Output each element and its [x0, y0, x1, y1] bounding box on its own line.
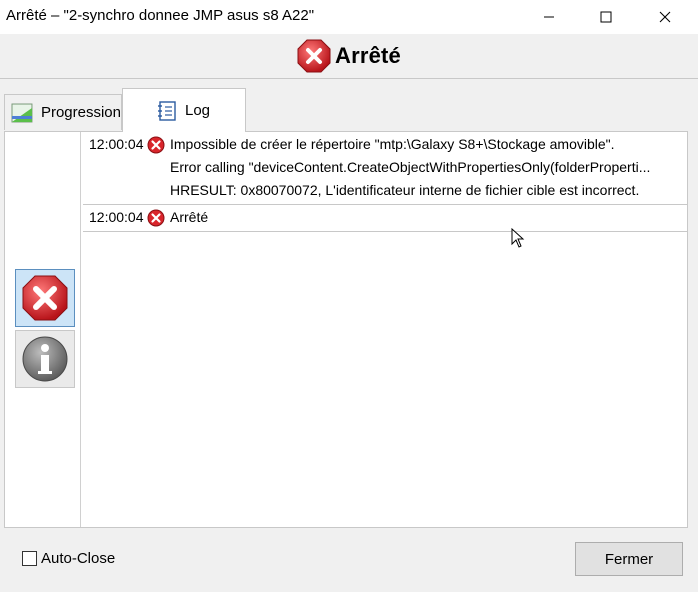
log-entry[interactable]: 12:00:04 Arrêté	[83, 205, 687, 232]
footer: Auto-Close Fermer	[0, 528, 698, 592]
title-bar: Arrêté – "2-synchro donnee JMP asus s8 A…	[0, 0, 698, 34]
checkbox-box[interactable]	[22, 551, 37, 566]
log-entry[interactable]: 12:00:04 Impossible de créer le répertoi…	[83, 132, 687, 205]
error-icon	[297, 39, 331, 73]
tab-log-label: Log	[185, 102, 211, 119]
tab-progression-label: Progression	[40, 104, 121, 121]
status-header: Arrêté	[0, 34, 698, 79]
log-error-icon	[146, 133, 166, 156]
info-icon	[22, 336, 68, 382]
mouse-cursor-icon	[511, 228, 525, 248]
log-error-icon	[146, 206, 166, 229]
error-icon	[22, 275, 68, 321]
auto-close-label: Auto-Close	[41, 550, 116, 567]
window-close-button[interactable]	[642, 0, 688, 34]
progress-icon	[11, 103, 33, 122]
error-icon	[147, 209, 165, 226]
maximize-button[interactable]	[583, 0, 629, 34]
log-pane: 12:00:04 Impossible de créer le répertoi…	[4, 131, 688, 528]
tab-bar: Progression Log	[0, 88, 698, 132]
minimize-icon	[544, 16, 554, 18]
log-message: Impossible de créer le répertoire "mtp:\…	[170, 133, 687, 202]
error-icon	[147, 136, 165, 153]
log-line: Error calling "deviceContent.CreateObjec…	[170, 159, 651, 175]
tab-log[interactable]: Log	[122, 88, 246, 132]
log-time: 12:00:04	[89, 209, 144, 225]
log-line: Impossible de créer le répertoire "mtp:\…	[170, 136, 615, 152]
log-line: Arrêté	[170, 209, 209, 225]
filter-sidebar	[5, 132, 81, 527]
log-list: 12:00:04 Impossible de créer le répertoi…	[83, 132, 687, 527]
filter-errors-button[interactable]	[15, 269, 75, 327]
log-message: Arrêté	[170, 206, 687, 229]
close-button[interactable]: Fermer	[575, 542, 683, 576]
auto-close-checkbox[interactable]: Auto-Close	[22, 550, 115, 567]
log-time: 12:00:04	[89, 136, 144, 152]
status-label: Arrêté	[334, 43, 401, 68]
filter-info-button[interactable]	[15, 330, 75, 388]
maximize-icon	[600, 11, 612, 23]
minimize-button[interactable]	[526, 0, 572, 34]
log-line: HRESULT: 0x80070072, L'identificateur in…	[170, 182, 640, 198]
window-title: Arrêté – "2-synchro donnee JMP asus s8 A…	[6, 7, 315, 24]
close-icon	[659, 11, 671, 23]
tab-progression[interactable]: Progression	[4, 94, 122, 130]
log-icon	[158, 100, 176, 121]
